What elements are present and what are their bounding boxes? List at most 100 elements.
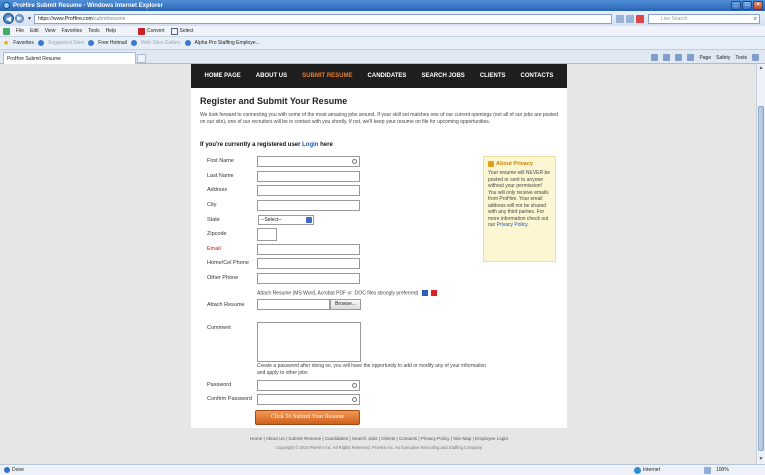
footer-link-clients[interactable]: Clients (381, 436, 395, 441)
forward-button[interactable]: ▶ (15, 14, 24, 23)
select-button[interactable]: Select (170, 27, 194, 35)
resume-file-input[interactable] (257, 299, 330, 310)
email-field[interactable] (257, 244, 360, 255)
zoom-level[interactable]: 100% (716, 467, 729, 473)
help-icon[interactable] (752, 54, 759, 61)
registered-suffix: here (320, 142, 333, 148)
select-label: Select (179, 28, 194, 34)
home-phone-field[interactable] (257, 258, 360, 269)
status-text: Done (12, 467, 24, 473)
attach-note-text: Attach Resume (MS Word, Acrobat PDF or .… (257, 290, 419, 297)
print-icon[interactable] (687, 54, 695, 61)
word-doc-icon (421, 290, 428, 296)
chevron-down-icon[interactable] (306, 217, 312, 223)
compatibility-icon[interactable] (615, 14, 624, 23)
command-page[interactable]: Page (699, 55, 711, 61)
browse-button[interactable]: Browse... (330, 299, 361, 310)
vertical-scrollbar[interactable]: ▲ ▼ (756, 64, 765, 464)
menu-view[interactable]: View (45, 28, 56, 34)
address-bar[interactable]: https://www. ProHire.com /submitresume (33, 13, 612, 24)
nav-candidates[interactable]: CANDIDATES (368, 73, 407, 79)
other-phone-label: Other Phone (207, 275, 239, 281)
footer-link-employee-login[interactable]: Employee Login (475, 436, 508, 441)
nav-home-page[interactable]: HOME PAGE (205, 73, 241, 79)
zipcode-field[interactable] (257, 228, 277, 241)
scroll-up-icon[interactable]: ▲ (758, 65, 764, 72)
menu-file[interactable]: File (16, 28, 24, 34)
mail-icon[interactable] (675, 54, 683, 61)
footer-link-search-jobs[interactable]: Search Jobs (352, 436, 378, 441)
nav-contacts[interactable]: CONTACTS (521, 73, 554, 79)
nav-about-us[interactable]: ABOUT US (256, 73, 287, 79)
footer-link-privacy[interactable]: Privacy Policy (421, 436, 450, 441)
footer-link-home[interactable]: Home (250, 436, 262, 441)
privacy-body-text: Your resume will NEVER be posted or sent… (488, 170, 551, 228)
stop-icon[interactable] (635, 14, 644, 23)
city-field[interactable] (257, 200, 360, 211)
comment-textarea[interactable] (257, 322, 361, 362)
fav-alpha-pro[interactable]: Alpha Pro Staffing Employe... (195, 40, 260, 46)
command-tools[interactable]: Tools (735, 55, 747, 61)
nav-clients[interactable]: CLIENTS (480, 73, 506, 79)
home-icon[interactable] (651, 54, 659, 61)
field-autofill-icon (352, 159, 357, 164)
minimize-button[interactable]: _ (731, 1, 741, 10)
maximize-button[interactable]: □ (742, 1, 752, 10)
page-footer: Home | About Us | Submit Resume | Candid… (191, 436, 567, 450)
last-name-field[interactable] (257, 171, 360, 182)
first-name-field[interactable] (257, 156, 360, 167)
privacy-policy-link[interactable]: Privacy Policy (497, 222, 528, 228)
menu-edit[interactable]: Edit (30, 28, 39, 34)
confirm-password-field[interactable] (257, 394, 360, 405)
feeds-icon[interactable] (663, 54, 671, 61)
command-bar: Page Safety Tools (651, 54, 759, 61)
home-phone-label: Home/Cel Phone (207, 260, 249, 266)
search-input[interactable]: Live Search ⌕ (647, 13, 760, 24)
address-path: /submitresume (92, 15, 126, 22)
protected-mode-icon[interactable] (704, 466, 711, 474)
footer-link-about[interactable]: About Us (266, 436, 285, 441)
globe-icon (634, 466, 641, 474)
tab-prohire-submit-resume[interactable]: ProHire Submit Resume (3, 52, 136, 64)
refresh-icon[interactable] (625, 14, 634, 23)
submit-resume-button[interactable]: Click To Submit Your Resume (255, 410, 360, 425)
tab-title: ProHire Submit Resume (7, 55, 61, 62)
back-button[interactable]: ◀ (3, 13, 14, 24)
nav-submit-resume[interactable]: SUBMIT RESUME (302, 73, 352, 79)
login-link[interactable]: Login (302, 142, 318, 148)
history-dropdown-icon[interactable]: ▼ (27, 16, 32, 22)
other-phone-field[interactable] (257, 273, 360, 284)
footer-link-candidates[interactable]: Candidates (325, 436, 348, 441)
scroll-down-icon[interactable]: ▼ (758, 456, 764, 463)
info-icon (488, 161, 494, 167)
attach-resume-note: Attach Resume (MS Word, Acrobat PDF or .… (257, 290, 438, 297)
command-safety[interactable]: Safety (716, 55, 730, 61)
favorites-button[interactable]: Favorites (13, 40, 34, 46)
fav-suggested-sites[interactable]: Suggested Sites (48, 40, 84, 46)
nav-search-jobs[interactable]: SEARCH JOBS (421, 73, 464, 79)
field-autofill-icon (352, 397, 357, 402)
menu-tools[interactable]: Tools (88, 28, 100, 34)
scroll-thumb[interactable] (758, 106, 764, 451)
state-select[interactable]: --Select-- (258, 215, 314, 225)
fav-web-slice-gallery[interactable]: Web Slice Gallery (141, 40, 181, 46)
footer-link-contacts[interactable]: Contacts (399, 436, 417, 441)
status-done: Done (4, 467, 24, 473)
footer-links: Home | About Us | Submit Resume | Candid… (249, 436, 509, 441)
fav-free-hotmail[interactable]: Free Hotmail (98, 40, 127, 46)
convert-button[interactable]: Convert (137, 27, 165, 35)
footer-link-site-map[interactable]: Site Map (453, 436, 471, 441)
address-field[interactable] (257, 185, 360, 196)
convert-label: Convert (146, 28, 165, 34)
search-icon[interactable]: ⌕ (754, 16, 757, 23)
new-tab-button[interactable] (137, 54, 146, 63)
password-field[interactable] (257, 380, 360, 391)
menu-help[interactable]: Help (106, 28, 116, 34)
footer-link-submit-resume[interactable]: Submit Resume (288, 436, 321, 441)
page-viewport: HOME PAGE ABOUT US SUBMIT RESUME CANDIDA… (0, 64, 756, 464)
close-button[interactable]: × (753, 1, 763, 10)
state-label: State (207, 217, 220, 223)
pdf-icon (431, 290, 438, 296)
favorites-star-icon[interactable]: ★ (3, 39, 9, 47)
menu-favorites[interactable]: Favorites (61, 28, 82, 34)
